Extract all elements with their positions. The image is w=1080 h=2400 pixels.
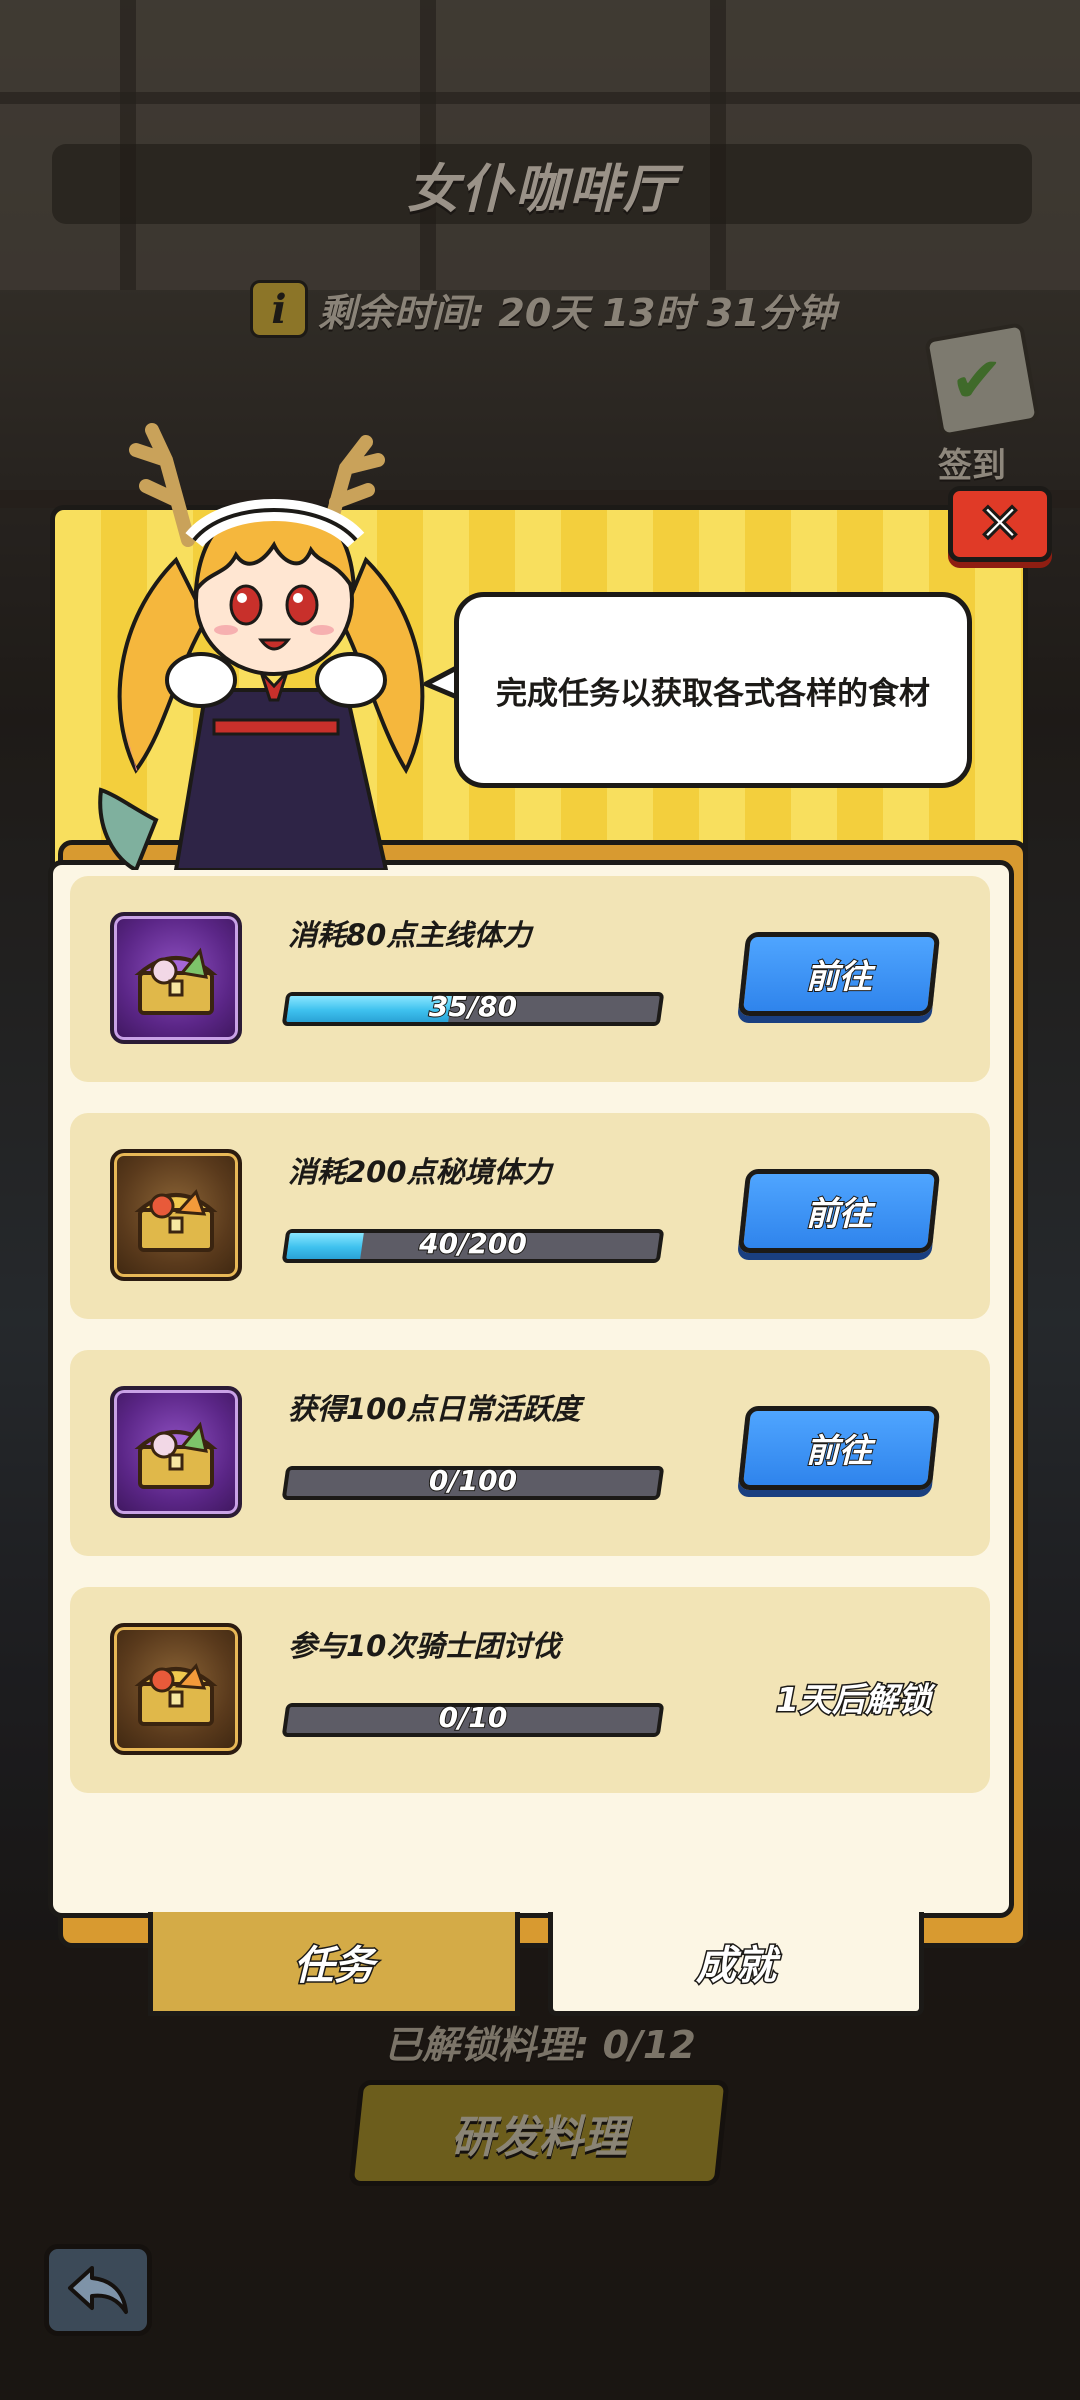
gold-treasure-chest-icon[interactable]: [110, 1149, 242, 1281]
title-banner: 女仆咖啡厅: [52, 144, 1032, 224]
progress-text: 35/80: [428, 989, 518, 1024]
task-card: 获得100点日常活跃度 0/100 前往: [70, 1350, 990, 1556]
task-title: 消耗200点秘境体力: [288, 1155, 552, 1189]
speech-text: 完成任务以获取各式各样的食材: [496, 675, 930, 712]
signin-label: 签到: [938, 446, 1006, 486]
task-card: 参与10次骑士团讨伐 0/10 1天后解锁: [70, 1587, 990, 1793]
close-button[interactable]: ✕: [948, 486, 1052, 562]
event-timer: i 剩余时间: 20天 13时 31分钟: [250, 278, 836, 340]
go-button-label: 前往: [805, 1193, 873, 1234]
task-card: 消耗200点秘境体力 40/200 前往: [70, 1113, 990, 1319]
maid-character-illustration: [98, 423, 425, 870]
tab-tasks-label: 任务: [293, 1941, 376, 1990]
research-recipe-label: 研发料理: [451, 2112, 627, 2163]
progress-text: 0/10: [438, 1700, 509, 1735]
task-card: 消耗80点主线体力 35/80 前往: [70, 876, 990, 1082]
go-button[interactable]: 前往: [737, 1169, 941, 1253]
info-icon[interactable]: i: [250, 280, 308, 338]
progress-text: 0/100: [428, 1463, 518, 1498]
checkmark-icon: ✔: [950, 344, 1004, 418]
gold-treasure-chest-icon[interactable]: [110, 1623, 242, 1755]
tab-achievements[interactable]: 成就: [548, 1912, 924, 2016]
page-title: 女仆咖啡厅: [406, 159, 677, 220]
research-recipe-button[interactable]: 研发料理: [348, 2080, 730, 2186]
locked-status-text: 1天后解锁: [775, 1679, 933, 1721]
back-arrow-icon: [68, 2266, 128, 2314]
unlocked-recipes-count: 已解锁料理: 0/12: [384, 2023, 696, 2067]
speech-bubble: 完成任务以获取各式各样的食材: [454, 592, 972, 788]
go-button-label: 前往: [805, 956, 873, 997]
go-button[interactable]: 前往: [737, 1406, 941, 1490]
go-button-label: 前往: [805, 1430, 873, 1471]
signin-button[interactable]: ✔ 签到: [920, 322, 1040, 486]
purple-treasure-chest-icon[interactable]: [110, 912, 242, 1044]
purple-treasure-chest-icon[interactable]: [110, 1386, 242, 1518]
tab-tasks[interactable]: 任务: [148, 1912, 520, 2016]
progress-text: 40/200: [418, 1226, 528, 1261]
task-title: 获得100点日常活跃度: [288, 1392, 581, 1426]
task-title: 参与10次骑士团讨伐: [288, 1629, 561, 1663]
timer-text: 剩余时间: 20天 13时 31分钟: [318, 290, 836, 335]
back-button[interactable]: [44, 2244, 152, 2336]
close-icon: ✕: [976, 492, 1024, 555]
tab-achievements-label: 成就: [695, 1941, 778, 1990]
task-title: 消耗80点主线体力: [288, 918, 532, 952]
go-button[interactable]: 前往: [737, 932, 941, 1016]
